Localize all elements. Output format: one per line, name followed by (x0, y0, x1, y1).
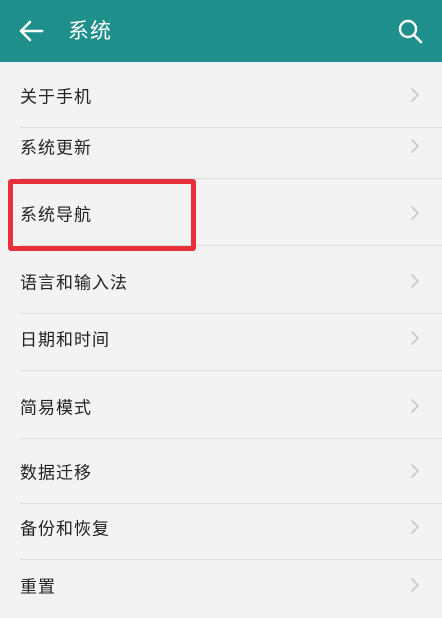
divider (20, 178, 442, 179)
menu-item-reset[interactable]: 重置 (0, 552, 442, 618)
page-title: 系统 (68, 19, 112, 43)
menu-item-backup-restore[interactable]: 备份和恢复 (0, 494, 442, 560)
divider (20, 370, 442, 371)
menu-item-system-update[interactable]: 系统更新 (0, 113, 442, 179)
menu-item-label: 简易模式 (20, 398, 92, 419)
menu-item-label: 语言和输入法 (20, 273, 128, 294)
chevron-right-icon (411, 88, 419, 102)
menu-item-label: 系统更新 (20, 138, 92, 159)
chevron-right-icon (411, 464, 419, 478)
chevron-right-icon (411, 139, 419, 153)
menu-item-date-time[interactable]: 日期和时间 (0, 305, 442, 371)
chevron-right-icon (411, 520, 419, 534)
back-button[interactable] (14, 15, 48, 47)
app-bar: 系统 (0, 0, 442, 62)
menu-item-label: 关于手机 (20, 87, 92, 108)
chevron-right-icon (411, 331, 419, 345)
menu-item-label: 备份和恢复 (20, 519, 110, 540)
chevron-right-icon (411, 399, 419, 413)
menu-item-label: 数据迁移 (20, 463, 92, 484)
menu-item-simple-mode[interactable]: 简易模式 (0, 373, 442, 439)
menu-item-label: 日期和时间 (20, 330, 110, 351)
search-button[interactable] (394, 15, 426, 47)
menu-item-system-navigation[interactable]: 系统导航 (0, 180, 442, 246)
menu-item-label: 重置 (20, 577, 56, 598)
chevron-right-icon (411, 206, 419, 220)
chevron-right-icon (411, 274, 419, 288)
search-icon (398, 19, 423, 44)
divider (20, 245, 442, 246)
menu-item-label: 系统导航 (20, 205, 92, 226)
arrow-left-icon (19, 20, 44, 42)
chevron-right-icon (411, 578, 419, 592)
